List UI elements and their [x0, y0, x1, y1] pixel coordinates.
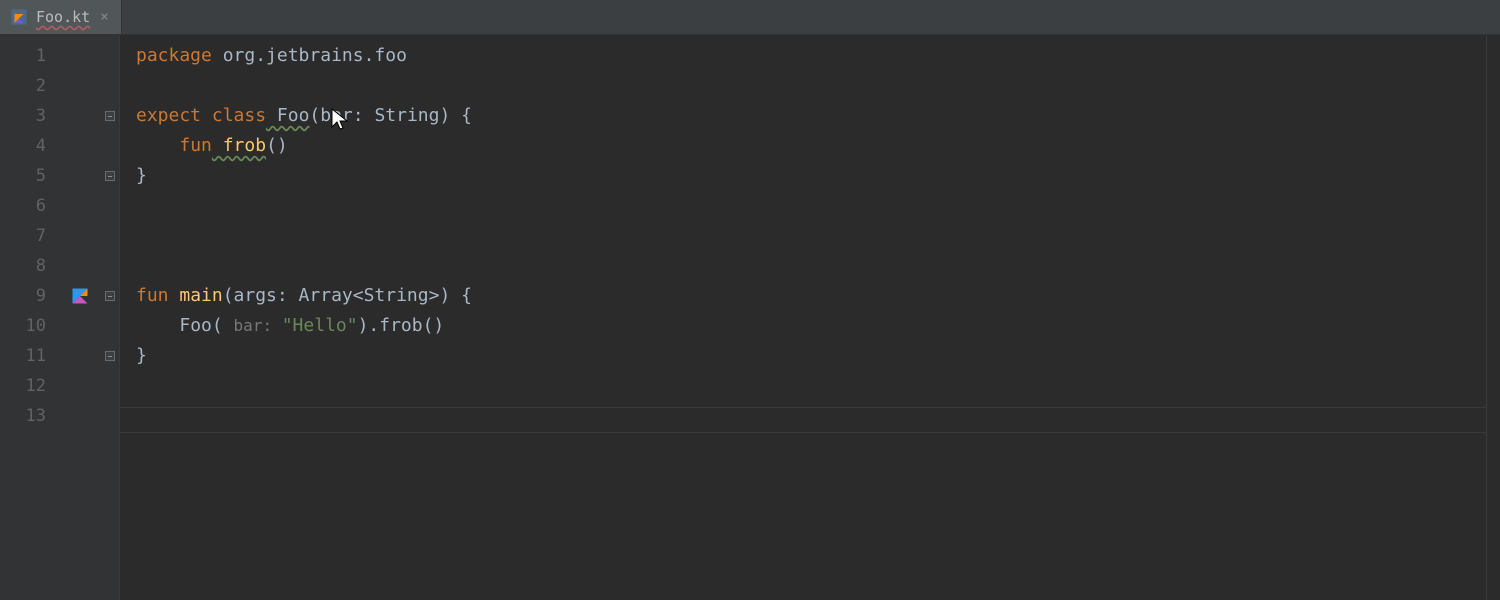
code-line: package org.jetbrains.foo — [136, 41, 1486, 71]
line-number: 4 — [0, 131, 60, 161]
fold-toggle-icon[interactable] — [105, 351, 115, 361]
line-number: 10 — [0, 311, 60, 341]
code-line: fun frob() — [136, 131, 1486, 161]
code-line — [136, 71, 1486, 101]
line-number: 6 — [0, 191, 60, 221]
code-line: Foo( bar: "Hello").frob() — [136, 311, 1486, 341]
tab-filename: Foo.kt — [36, 8, 90, 26]
line-number: 7 — [0, 221, 60, 251]
code-line: expect class Foo(bar: String) { — [136, 101, 1486, 131]
code-line — [136, 251, 1486, 281]
code-line — [136, 221, 1486, 251]
icon-gutter — [60, 35, 100, 600]
vertical-scrollbar[interactable] — [1486, 35, 1500, 600]
line-number: 13 — [0, 401, 60, 431]
line-number: 9 — [0, 281, 60, 311]
line-number: 8 — [0, 251, 60, 281]
fold-toggle-icon[interactable] — [105, 111, 115, 121]
line-number-gutter[interactable]: 1 2 3 4 5 6 7 8 9 10 11 12 13 — [0, 35, 60, 600]
line-number: 5 — [0, 161, 60, 191]
editor-tab-foo[interactable]: Foo.kt × — [0, 0, 122, 34]
code-editor[interactable]: package org.jetbrains.foo expect class F… — [120, 35, 1486, 600]
parameter-hint: bar: — [234, 316, 282, 335]
fold-gutter — [100, 35, 120, 600]
line-number: 11 — [0, 341, 60, 371]
code-line — [136, 191, 1486, 221]
code-line: fun main(args: Array<String>) { — [136, 281, 1486, 311]
close-tab-button[interactable]: × — [98, 9, 110, 25]
tab-bar: Foo.kt × — [0, 0, 1500, 35]
editor-area: 1 2 3 4 5 6 7 8 9 10 11 12 13 — [0, 35, 1500, 600]
kotlin-file-icon — [10, 8, 28, 26]
line-number: 2 — [0, 71, 60, 101]
code-line: } — [136, 341, 1486, 371]
code-line — [136, 371, 1486, 401]
line-number: 12 — [0, 371, 60, 401]
gutter-kotlin-icon[interactable] — [60, 281, 100, 311]
line-number: 1 — [0, 41, 60, 71]
fold-toggle-icon[interactable] — [105, 291, 115, 301]
code-line — [136, 401, 1486, 431]
line-number: 3 — [0, 101, 60, 131]
fold-toggle-icon[interactable] — [105, 171, 115, 181]
code-line: } — [136, 161, 1486, 191]
